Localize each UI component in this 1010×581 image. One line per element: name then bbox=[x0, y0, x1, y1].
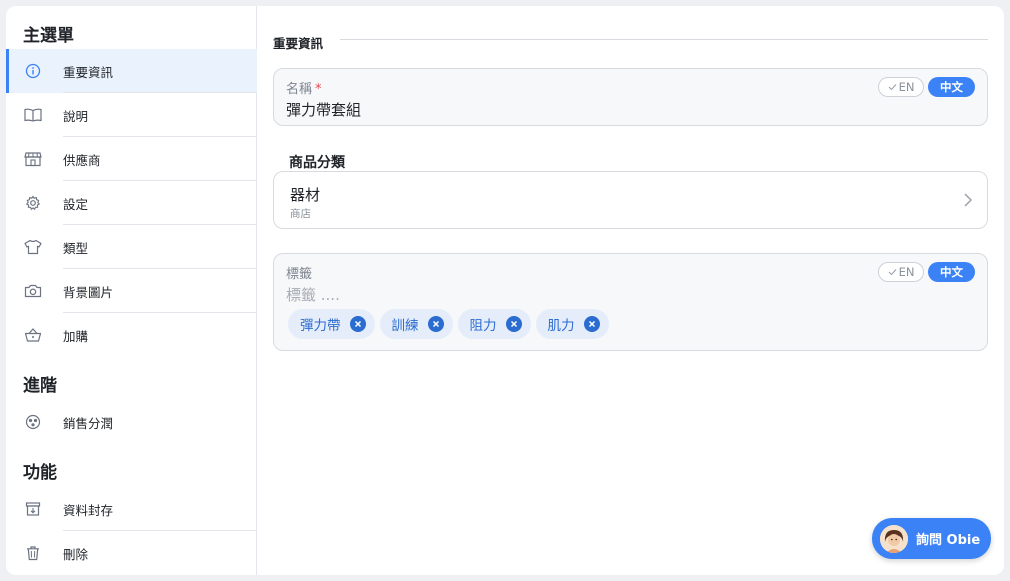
sidebar-item-label: 銷售分潤 bbox=[63, 415, 114, 431]
main-content: 重要資訊 名稱 * 彈力帶套組 EN 中文 商品分類 器材 商店 標籤 標籤 .… bbox=[257, 6, 1004, 575]
name-field[interactable]: 名稱 * 彈力帶套組 EN 中文 bbox=[273, 68, 988, 126]
check-icon bbox=[888, 84, 896, 91]
sidebar-item-label: 供應商 bbox=[63, 152, 101, 168]
sidebar-item-sales-commission[interactable]: 銷售分潤 bbox=[6, 400, 257, 444]
tags-label: 標籤 bbox=[286, 267, 313, 282]
sidebar-item-label: 類型 bbox=[63, 240, 89, 256]
sidebar-item-label: 說明 bbox=[63, 108, 89, 124]
sidebar-item-label: 重要資訊 bbox=[63, 64, 114, 80]
name-language-toggle: EN 中文 bbox=[878, 77, 975, 97]
section-title-main: 主選單 bbox=[23, 26, 74, 46]
heading-divider bbox=[340, 39, 988, 40]
sidebar-item-label: 資料封存 bbox=[63, 502, 114, 518]
tag-chip: 彈力帶 bbox=[288, 309, 375, 339]
book-icon bbox=[24, 106, 42, 124]
category-value: 器材 bbox=[290, 186, 321, 204]
sidebar-item-background-image[interactable]: 背景圖片 bbox=[6, 269, 257, 313]
sidebar-item-important-info[interactable]: 重要資訊 bbox=[6, 49, 257, 93]
tag-chip: 阻力 bbox=[457, 309, 531, 339]
remove-tag-icon[interactable] bbox=[505, 316, 522, 332]
lang-zh-button[interactable]: 中文 bbox=[928, 262, 975, 282]
section-title-advanced: 進階 bbox=[23, 376, 57, 396]
store-icon bbox=[24, 150, 42, 168]
section-title-functions: 功能 bbox=[23, 463, 57, 483]
avatar bbox=[880, 524, 908, 553]
chevron-right-icon bbox=[964, 193, 973, 207]
tag-chip: 訓練 bbox=[379, 309, 453, 339]
tags-field[interactable]: 標籤 標籤 .... EN 中文 彈力帶 訓練 阻力 肌力 bbox=[273, 253, 988, 351]
camera-icon bbox=[24, 282, 42, 300]
category-heading: 商品分類 bbox=[289, 155, 345, 171]
remove-tag-icon[interactable] bbox=[349, 316, 366, 332]
sidebar-item-label: 背景圖片 bbox=[63, 284, 114, 300]
tag-list: 彈力帶 訓練 阻力 肌力 bbox=[288, 309, 609, 339]
sidebar-item-label: 設定 bbox=[63, 196, 89, 212]
sidebar-item-delete[interactable]: 刪除 bbox=[6, 531, 257, 575]
name-label: 名稱 * bbox=[286, 82, 322, 97]
tag-chip: 肌力 bbox=[535, 309, 609, 339]
category-selector[interactable]: 器材 商店 bbox=[273, 171, 988, 229]
tags-input[interactable]: 標籤 .... bbox=[286, 284, 340, 305]
lang-zh-button[interactable]: 中文 bbox=[928, 77, 975, 97]
sidebar-item-archive[interactable]: 資料封存 bbox=[6, 487, 257, 531]
remove-tag-icon[interactable] bbox=[583, 316, 600, 332]
name-input[interactable]: 彈力帶套組 bbox=[286, 99, 361, 120]
lang-en-button[interactable]: EN bbox=[878, 262, 924, 282]
sidebar-item-label: 刪除 bbox=[63, 546, 89, 562]
section-heading: 重要資訊 bbox=[273, 36, 324, 51]
gear-icon bbox=[24, 194, 42, 212]
ask-assistant-label: 詢問 Obie bbox=[916, 533, 981, 548]
sidebar-item-suppliers[interactable]: 供應商 bbox=[6, 137, 257, 181]
sidebar-item-type[interactable]: 類型 bbox=[6, 225, 257, 269]
trash-icon bbox=[24, 544, 42, 562]
info-icon bbox=[24, 62, 42, 80]
sidebar-item-settings[interactable]: 設定 bbox=[6, 181, 257, 225]
category-sub: 商店 bbox=[290, 208, 311, 220]
sidebar-item-description[interactable]: 說明 bbox=[6, 93, 257, 137]
remove-tag-icon[interactable] bbox=[427, 316, 444, 332]
sidebar-item-label: 加購 bbox=[63, 328, 89, 344]
basket-icon bbox=[24, 326, 42, 344]
pie-icon bbox=[24, 413, 42, 431]
ask-assistant-button[interactable]: 詢問 Obie bbox=[872, 518, 991, 559]
app-window: 主選單 重要資訊 說明 供應商 設定 類型 背景圖片 加購 進階 銷售分潤 功能… bbox=[6, 6, 1004, 575]
required-mark: * bbox=[315, 82, 322, 97]
lang-en-button[interactable]: EN bbox=[878, 77, 924, 97]
sidebar-item-add-on[interactable]: 加購 bbox=[6, 313, 257, 357]
archive-icon bbox=[24, 500, 42, 518]
sidebar: 主選單 重要資訊 說明 供應商 設定 類型 背景圖片 加購 進階 銷售分潤 功能… bbox=[6, 6, 257, 575]
shirt-icon bbox=[24, 238, 42, 256]
tags-language-toggle: EN 中文 bbox=[878, 262, 975, 282]
check-icon bbox=[888, 269, 896, 276]
